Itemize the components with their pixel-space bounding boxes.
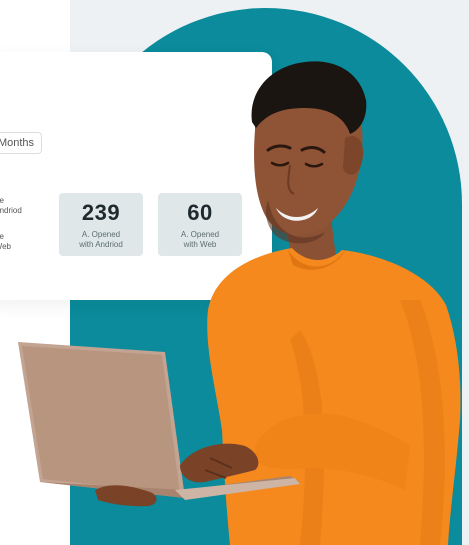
- person-illustration: [18, 61, 461, 545]
